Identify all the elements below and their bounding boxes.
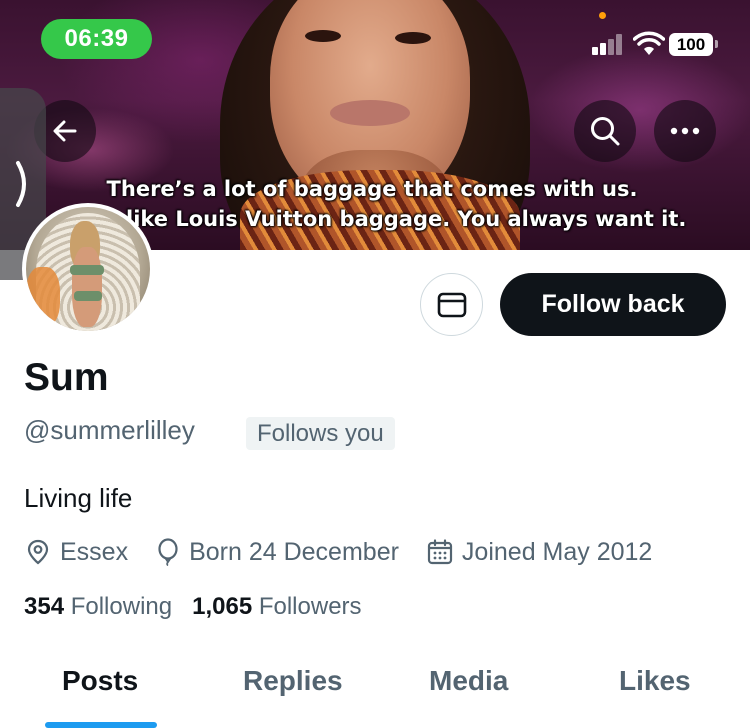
followers-label: Followers: [258, 593, 362, 620]
following-stat[interactable]: 354 Following: [24, 593, 172, 621]
calendar-icon: [427, 539, 453, 565]
follow-back-button[interactable]: Follow back: [500, 273, 726, 336]
message-button[interactable]: [420, 273, 483, 336]
banner-image-lips: [330, 100, 410, 126]
search-button[interactable]: [574, 100, 636, 162]
tab-posts[interactable]: Posts: [62, 665, 138, 697]
search-icon: [591, 117, 620, 146]
joined-item: Joined May 2012: [426, 538, 652, 567]
banner-subtitle-line2: like Louis Vuitton baggage. You always w…: [126, 207, 687, 231]
tab-likes[interactable]: Likes: [619, 665, 691, 697]
display-name: Sum: [24, 356, 109, 399]
followers-stat[interactable]: 1,065 Followers: [192, 593, 361, 621]
status-time: 06:39: [41, 19, 152, 59]
follow-stats: 354 Following 1,065 Followers: [24, 593, 382, 621]
banner-subtitle-line1: There’s a lot of baggage that comes with…: [106, 177, 638, 201]
avatar-image: [26, 207, 150, 331]
followers-count: 1,065: [192, 593, 253, 620]
location-item: Essex: [24, 538, 128, 567]
balloon-icon: [158, 538, 178, 566]
wifi-icon: [633, 31, 665, 55]
more-horizontal-icon: [670, 127, 700, 135]
profile-meta: Essex Born 24 December Joined May 2012: [24, 535, 679, 569]
birthday-item: Born 24 December: [155, 538, 399, 567]
chevron-right-icon: [16, 161, 26, 207]
active-tab-indicator: [45, 722, 157, 728]
following-count: 354: [24, 593, 65, 620]
follows-you-badge: Follows you: [246, 417, 395, 450]
cellular-signal-icon: [592, 33, 628, 55]
tab-media[interactable]: Media: [429, 665, 508, 697]
banner-image-eye: [395, 32, 431, 44]
privacy-indicator-dot: [599, 12, 606, 19]
location-text: Essex: [60, 537, 129, 566]
following-label: Following: [70, 593, 173, 620]
profile-bio: Living life: [24, 483, 133, 513]
battery-tip: [715, 40, 718, 48]
arrow-left-icon: [53, 120, 77, 142]
joined-text: Joined May 2012: [461, 537, 653, 566]
envelope-icon: [437, 292, 466, 317]
birthday-text: Born 24 December: [189, 537, 399, 566]
banner-image-eye: [305, 30, 341, 42]
profile-tabs: Posts Replies Media Likes: [0, 655, 750, 728]
tab-replies[interactable]: Replies: [243, 665, 343, 697]
avatar[interactable]: [22, 203, 154, 335]
more-options-button[interactable]: [654, 100, 716, 162]
user-handle: @summerlilley: [24, 415, 195, 445]
location-pin-icon: [27, 539, 49, 565]
battery-indicator: 100: [669, 33, 713, 56]
